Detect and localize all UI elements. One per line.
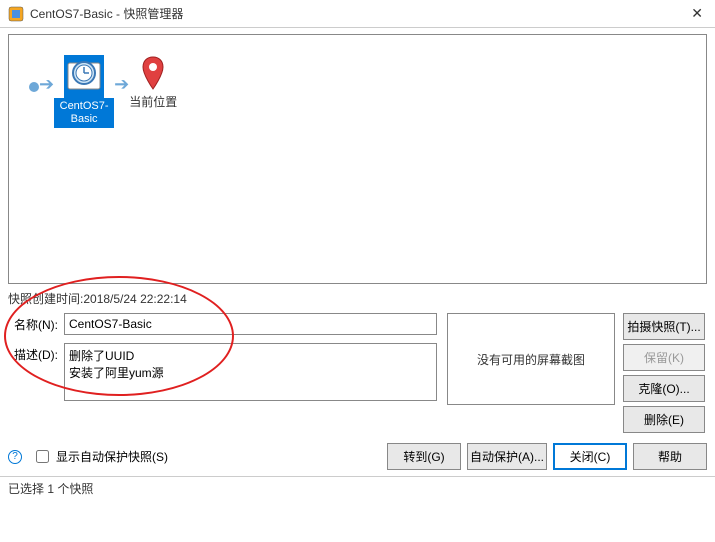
pin-icon bbox=[139, 55, 167, 91]
autoprotect-button[interactable]: 自动保护(A)... bbox=[467, 443, 547, 470]
no-screenshot-text: 没有可用的屏幕截图 bbox=[477, 351, 585, 368]
autoprotect-checkbox-input[interactable] bbox=[36, 450, 49, 463]
details-panel: 快照创建时间:2018/5/24 22:22:14 名称(N): 描述(D): … bbox=[8, 290, 707, 433]
clone-button[interactable]: 克隆(O)... bbox=[623, 375, 705, 402]
help-icon[interactable]: ? bbox=[8, 450, 22, 464]
current-location-label: 当前位置 bbox=[129, 93, 177, 110]
timestamp-label: 快照创建时间: bbox=[8, 292, 83, 306]
autoprotect-checkbox-label: 显示自动保护快照(S) bbox=[56, 448, 168, 465]
goto-button[interactable]: 转到(G) bbox=[387, 443, 461, 470]
current-location-node[interactable]: 当前位置 bbox=[129, 55, 177, 110]
timestamp-value: 2018/5/24 22:22:14 bbox=[83, 292, 186, 306]
snapshot-tree[interactable]: ➔ CentOS7-Basic ➔ bbox=[8, 34, 707, 284]
name-label: 名称(N): bbox=[8, 313, 58, 333]
desc-textarea[interactable]: 删除了UUID 安装了阿里yum源 bbox=[64, 343, 437, 401]
status-bar: 已选择 1 个快照 bbox=[0, 476, 715, 500]
keep-button: 保留(K) bbox=[623, 344, 705, 371]
titlebar: CentOS7-Basic - 快照管理器 ✕ bbox=[0, 0, 715, 28]
clock-snapshot-icon bbox=[66, 57, 102, 93]
bottom-bar: ? 显示自动保护快照(S) 转到(G) 自动保护(A)... 关闭(C) 帮助 bbox=[0, 437, 715, 476]
close-icon[interactable]: ✕ bbox=[687, 5, 707, 22]
status-text: 已选择 1 个快照 bbox=[8, 482, 93, 496]
name-input[interactable] bbox=[64, 313, 437, 335]
snapshot-label: CentOS7-Basic bbox=[54, 98, 114, 128]
show-autoprotect-checkbox[interactable]: 显示自动保护快照(S) bbox=[32, 447, 381, 466]
close-button[interactable]: 关闭(C) bbox=[553, 443, 627, 470]
desc-label: 描述(D): bbox=[8, 343, 58, 363]
start-dot-icon bbox=[29, 82, 39, 92]
snapshot-node[interactable]: CentOS7-Basic bbox=[54, 55, 114, 128]
take-snapshot-button[interactable]: 拍摄快照(T)... bbox=[623, 313, 705, 340]
screenshot-thumbnail: 没有可用的屏幕截图 bbox=[447, 313, 615, 405]
timestamp: 快照创建时间:2018/5/24 22:22:14 bbox=[8, 290, 707, 307]
delete-button[interactable]: 删除(E) bbox=[623, 406, 705, 433]
arrow-icon: ➔ bbox=[39, 74, 54, 95]
arrow-icon: ➔ bbox=[114, 74, 129, 95]
vmware-icon bbox=[8, 6, 24, 22]
help-button[interactable]: 帮助 bbox=[633, 443, 707, 470]
window-title: CentOS7-Basic - 快照管理器 bbox=[30, 5, 687, 22]
